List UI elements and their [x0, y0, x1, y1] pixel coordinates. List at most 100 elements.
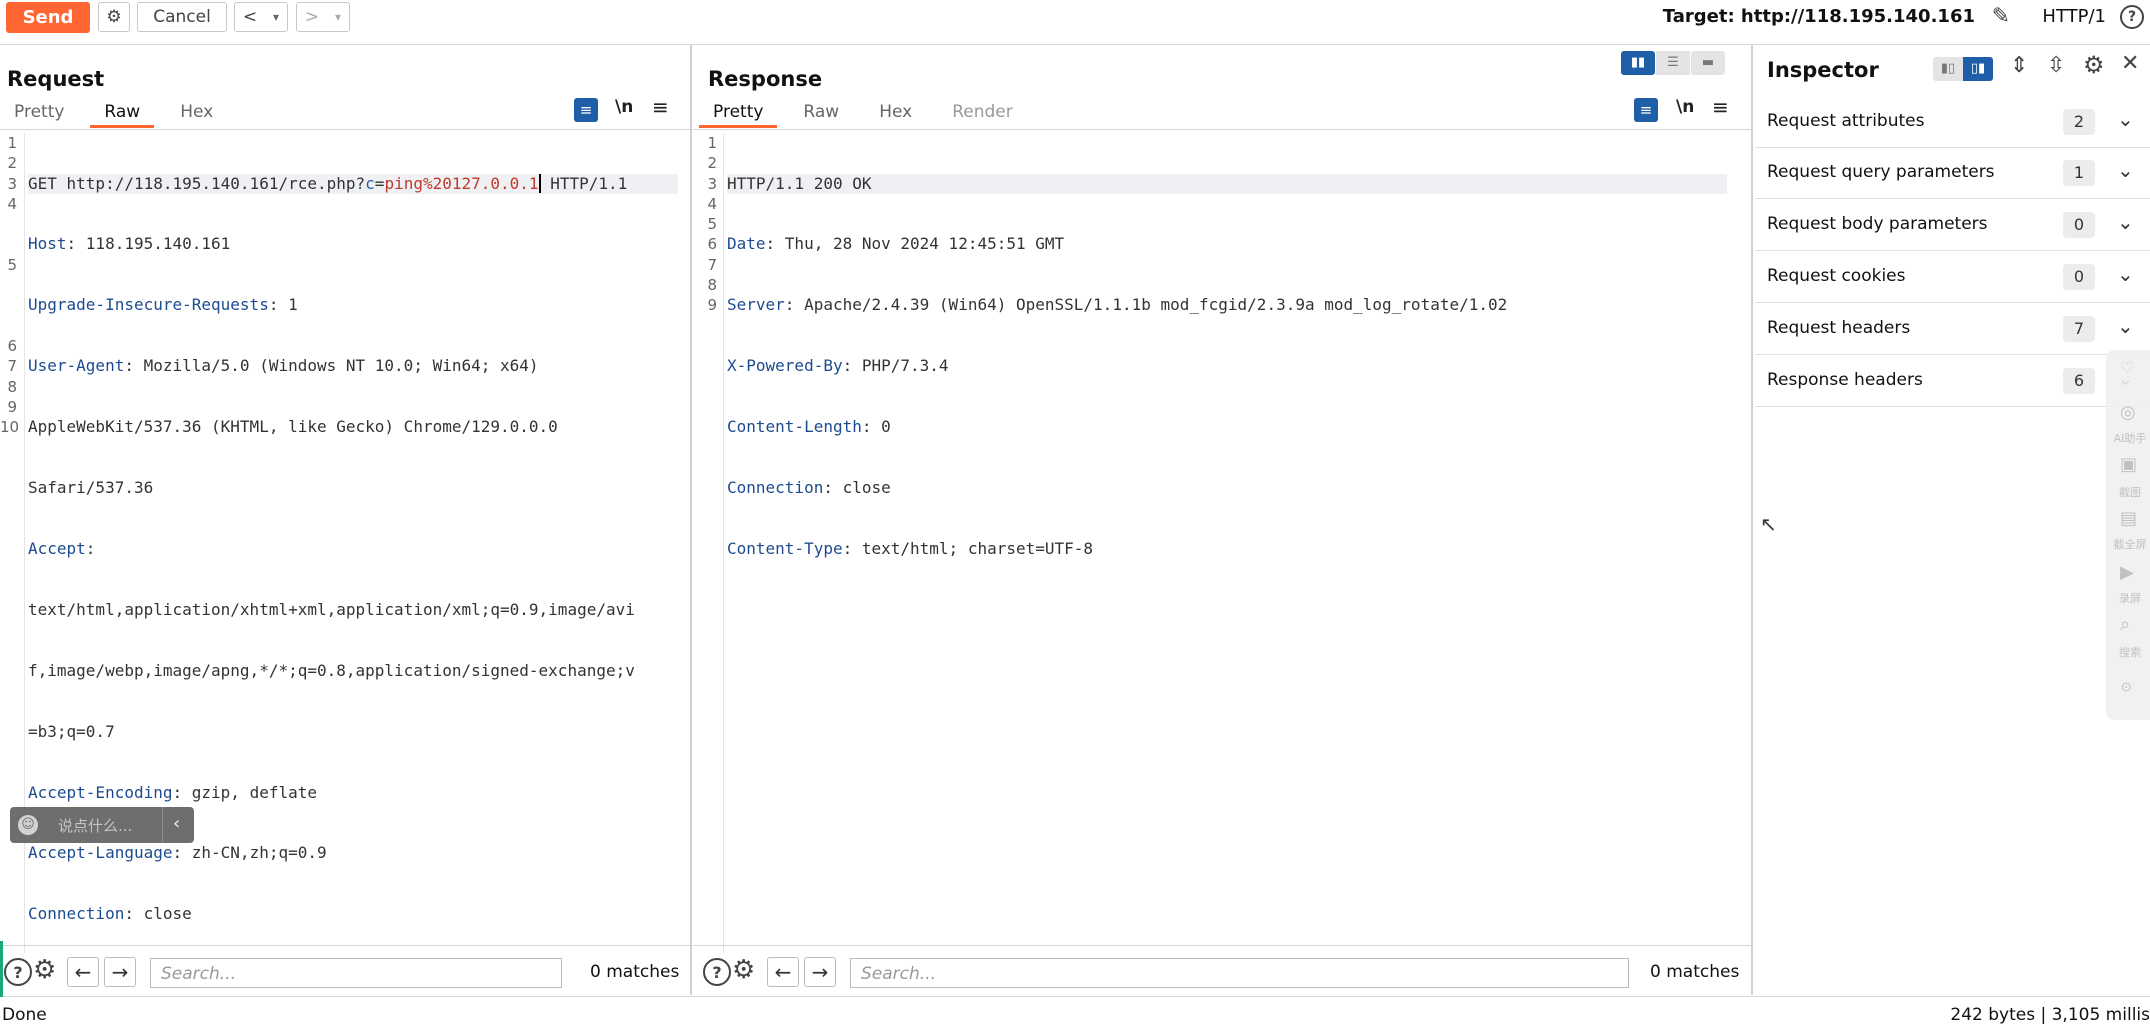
- status-line: HTTP/1.1 200 OK: [727, 173, 1727, 194]
- divider: [0, 945, 690, 946]
- next-match-button[interactable]: →: [804, 957, 836, 987]
- header-line: Connection: close: [727, 478, 891, 498]
- sidebar-item-label: 截全屏: [2113, 538, 2147, 551]
- count-badge: 7: [2063, 316, 2095, 342]
- layout-side-by-side-icon[interactable]: ▮▮: [1621, 51, 1655, 75]
- edit-pencil-icon[interactable]: ✎: [1992, 4, 2010, 29]
- settings-gear-icon[interactable]: ⚙: [2120, 680, 2133, 696]
- chevron-down-icon: ⌄: [2117, 314, 2134, 338]
- help-icon[interactable]: ?: [703, 958, 731, 986]
- header-line: Upgrade-Insecure-Requests: 1: [28, 295, 298, 315]
- response-size-time: 242 bytes | 3,105 millis: [1950, 1005, 2150, 1025]
- menu-icon[interactable]: ≡: [1712, 95, 1729, 119]
- request-panel: Request Pretty Raw Hex ≡ \n ≡ 1234 5 678…: [0, 45, 692, 995]
- header-line: Accept-Language: zh-CN,zh;q=0.9: [28, 843, 327, 863]
- settings-gear-icon[interactable]: ⚙: [732, 955, 755, 985]
- count-badge: 1: [2063, 160, 2095, 186]
- sidebar-item-label: AI助手: [2113, 432, 2147, 445]
- inspector-row-label: Request query parameters: [1767, 162, 1995, 182]
- collapse-chevron-icon[interactable]: ‹: [173, 813, 180, 834]
- response-panel: ▮▮ ☰ ▬ Response Pretty Raw Hex Render ≡ …: [693, 45, 1753, 995]
- cancel-button[interactable]: Cancel: [137, 2, 227, 32]
- history-forward-button[interactable]: > ▾: [296, 2, 350, 32]
- layout-tabs-icon[interactable]: ▬: [1691, 51, 1725, 75]
- floating-tool-sidebar: ♡ ◎ AI助手 ▣ 截图 ▤ 截全屏 ▶ 录屏 ⌕ 搜索 ⚙: [2106, 350, 2150, 720]
- search-icon[interactable]: ⌕: [2120, 614, 2130, 635]
- dropdown-arrow-icon: ▾: [335, 10, 342, 24]
- request-tabs: Pretty Raw Hex: [0, 98, 227, 128]
- inspector-row-label: Request headers: [1767, 318, 1911, 338]
- header-line: Accept:: [28, 538, 96, 558]
- response-title: Response: [708, 67, 823, 91]
- line-number-gutter: 123456789: [693, 133, 724, 953]
- collapse-all-icon[interactable]: ⇳: [2047, 53, 2065, 78]
- history-back-button[interactable]: < ▾: [234, 2, 288, 32]
- settings-gear-icon[interactable]: ⚙: [98, 2, 130, 32]
- menu-icon[interactable]: ≡: [652, 95, 669, 119]
- help-icon[interactable]: ?: [2120, 5, 2144, 29]
- inspector-row-request-query-parameters[interactable]: Request query parameters 1 ⌄: [1755, 148, 2150, 199]
- header-line: Content-Length: 0: [727, 417, 891, 437]
- top-toolbar: Send ⚙ Cancel < ▾ > ▾ Target: http://118…: [0, 0, 2150, 45]
- fullscreen-capture-icon[interactable]: ▤: [2120, 508, 2137, 529]
- inspector-layout-left-icon[interactable]: ▮▯: [1933, 57, 1963, 81]
- count-badge: 2: [2063, 109, 2095, 135]
- previous-match-button[interactable]: ←: [767, 957, 799, 987]
- newline-toggle-icon[interactable]: \n: [615, 97, 633, 117]
- inspector-row-response-headers[interactable]: Response headers 6 ⌄: [1755, 356, 2150, 407]
- tab-raw[interactable]: Raw: [90, 98, 155, 128]
- divider: [0, 129, 690, 130]
- video-record-icon[interactable]: ▶: [2120, 562, 2134, 583]
- count-badge: 0: [2063, 212, 2095, 238]
- close-icon[interactable]: ✕: [2121, 51, 2139, 76]
- tab-pretty[interactable]: Pretty: [0, 98, 78, 128]
- settings-gear-icon[interactable]: ⚙: [33, 955, 56, 985]
- header-line: Connection: close: [28, 904, 192, 924]
- divider: [693, 945, 1751, 946]
- settings-gear-icon[interactable]: ⚙: [2083, 51, 2105, 79]
- previous-match-button[interactable]: ←: [67, 957, 99, 987]
- chat-input-widget[interactable]: ☺ 说点什么... ‹: [10, 807, 194, 843]
- inspector-layout-right-icon[interactable]: ▯▮: [1963, 57, 1993, 81]
- word-wrap-toggle-icon[interactable]: ≡: [1634, 98, 1658, 122]
- request-search-input[interactable]: Search...: [150, 958, 562, 988]
- heart-icon[interactable]: ♡: [2120, 358, 2134, 377]
- inspector-row-label: Request body parameters: [1767, 214, 1988, 234]
- tab-raw[interactable]: Raw: [789, 98, 853, 128]
- newline-toggle-icon[interactable]: \n: [1676, 97, 1694, 117]
- sidebar-item-label: 截图: [2119, 486, 2141, 499]
- send-button[interactable]: Send: [6, 2, 90, 33]
- inspector-row-request-attributes[interactable]: Request attributes 2 ⌄: [1755, 97, 2150, 148]
- inspector-row-request-cookies[interactable]: Request cookies 0 ⌄: [1755, 252, 2150, 303]
- help-icon[interactable]: ?: [4, 958, 32, 986]
- inspector-row-label: Request attributes: [1767, 111, 1925, 131]
- tab-pretty[interactable]: Pretty: [699, 98, 778, 128]
- header-line-cont: =b3;q=0.7: [28, 721, 115, 741]
- protocol-toggle[interactable]: HTTP/1: [2042, 6, 2106, 27]
- chevron-right-icon: >: [304, 7, 320, 27]
- expand-all-icon[interactable]: ⇕: [2010, 53, 2028, 78]
- request-title: Request: [7, 67, 105, 91]
- emoji-icon[interactable]: ☺: [18, 815, 38, 835]
- header-line-cont: AppleWebKit/537.36 (KHTML, like Gecko) C…: [28, 417, 558, 437]
- tab-hex[interactable]: Hex: [166, 98, 227, 128]
- activity-indicator: [0, 941, 3, 997]
- header-line: X-Powered-By: PHP/7.3.4: [727, 356, 949, 376]
- response-viewer[interactable]: HTTP/1.1 200 OK Date: Thu, 28 Nov 2024 1…: [727, 133, 1727, 600]
- inspector-row-request-headers[interactable]: Request headers 7 ⌄: [1755, 304, 2150, 355]
- inspector-row-request-body-parameters[interactable]: Request body parameters 0 ⌄: [1755, 200, 2150, 251]
- response-tabs: Pretty Raw Hex Render: [693, 98, 1027, 128]
- word-wrap-toggle-icon[interactable]: ≡: [574, 98, 598, 122]
- chat-placeholder: 说点什么...: [58, 817, 133, 835]
- response-search-input[interactable]: Search...: [850, 958, 1629, 988]
- inspector-row-label: Response headers: [1767, 370, 1923, 390]
- next-match-button[interactable]: →: [104, 957, 136, 987]
- ai-assistant-icon[interactable]: ◎: [2120, 402, 2136, 423]
- tab-hex[interactable]: Hex: [865, 98, 926, 128]
- divider: [162, 807, 163, 843]
- tab-render[interactable]: Render: [938, 98, 1027, 128]
- layout-vertical-icon[interactable]: ☰: [1656, 51, 1690, 75]
- match-count: 0 matches: [1650, 962, 1740, 982]
- header-line: Accept-Encoding: gzip, deflate: [28, 782, 317, 802]
- camera-icon[interactable]: ▣: [2120, 454, 2137, 475]
